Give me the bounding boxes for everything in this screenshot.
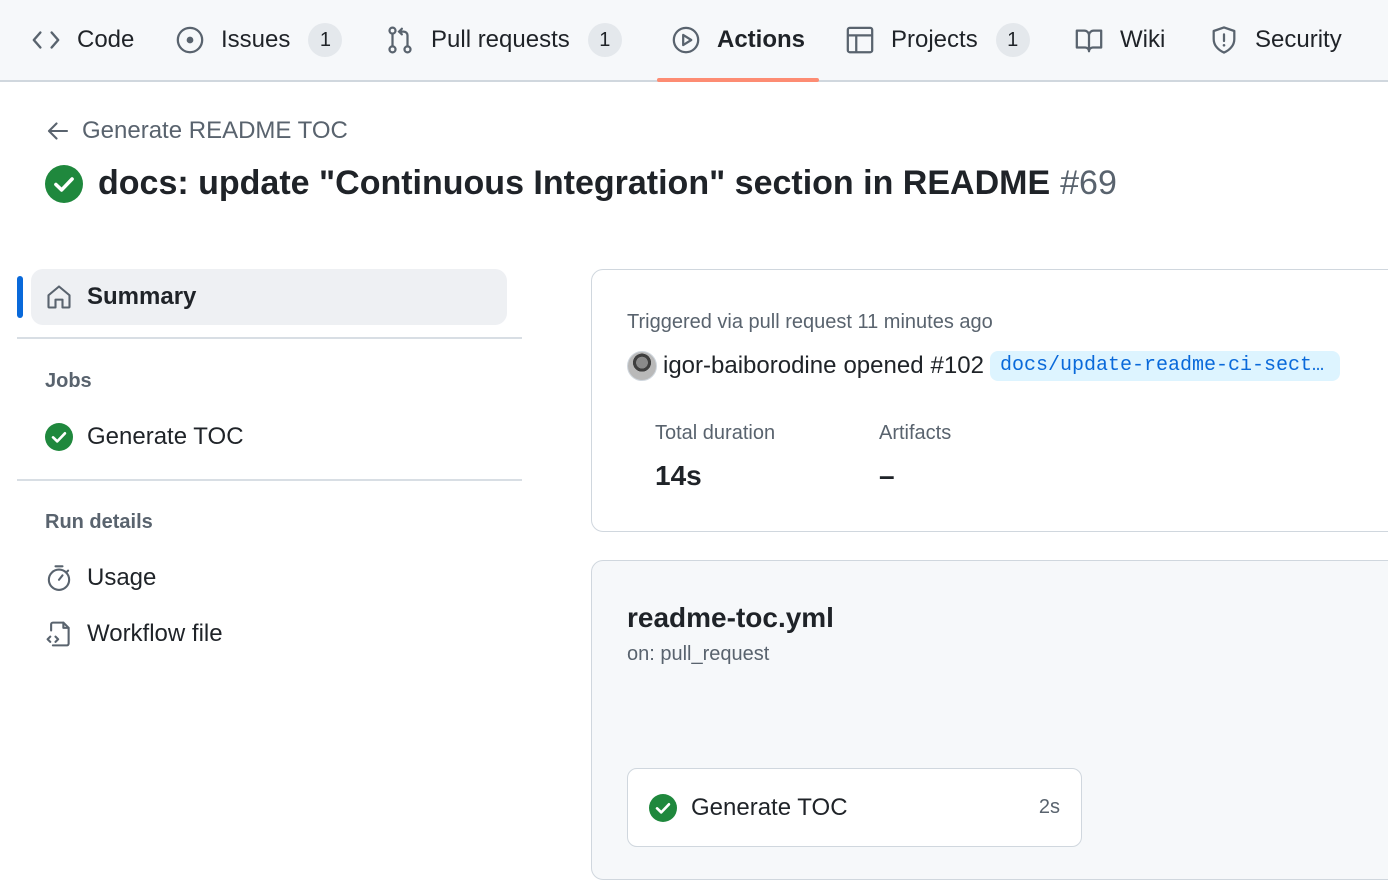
total-duration-value: 14s — [655, 460, 702, 491]
tab-pull-requests[interactable]: Pull requests 1 — [385, 0, 622, 80]
check-circle-fill-icon — [649, 793, 677, 822]
tab-actions[interactable]: Actions — [656, 0, 820, 82]
table-icon — [845, 25, 875, 55]
total-duration-label: Total duration — [655, 422, 776, 444]
home-icon — [47, 285, 71, 309]
jobs-heading: Jobs — [45, 370, 92, 392]
sidebar-item-job-generate-toc[interactable]: Generate TOC — [45, 417, 244, 457]
trigger-text: Triggered via pull request 11 minutes ag… — [627, 311, 993, 333]
tab-label: Projects — [891, 26, 978, 53]
avatar[interactable] — [627, 351, 657, 381]
issue-opened-icon — [175, 25, 205, 55]
tab-wiki[interactable]: Wiki — [1074, 0, 1165, 80]
tab-issues[interactable]: Issues 1 — [175, 0, 343, 80]
back-link-label: Generate README TOC — [82, 117, 348, 144]
run-summary-card: Triggered via pull request 11 minutes ag… — [591, 269, 1388, 532]
sidebar-divider — [17, 479, 522, 481]
active-indicator — [17, 276, 23, 318]
pull-request-link[interactable]: #102 — [931, 352, 984, 380]
artifacts-value: – — [879, 460, 895, 491]
sidebar-item-summary[interactable]: Summary — [31, 269, 507, 325]
artifacts-label: Artifacts — [879, 422, 952, 444]
git-pull-request-icon — [385, 25, 415, 55]
sidebar-item-label: Workflow file — [87, 620, 223, 647]
run-number: #69 — [1060, 164, 1117, 202]
job-name: Generate TOC — [691, 793, 848, 821]
repo-nav: Code Issues 1 Pull requests 1 Actions Pr… — [0, 0, 1388, 82]
actor-link[interactable]: igor-baiborodine — [663, 352, 836, 380]
tab-label: Issues — [221, 26, 291, 53]
workflow-file-name: readme-toc.yml — [627, 602, 834, 633]
check-circle-fill-icon — [45, 164, 83, 203]
tab-security[interactable]: Security — [1209, 0, 1342, 80]
sidebar-item-label: Summary — [87, 283, 197, 310]
run-title: docs: update "Continuous Integration" se… — [98, 164, 1051, 202]
sidebar-item-label: Usage — [87, 564, 157, 591]
tab-code[interactable]: Code — [31, 0, 134, 80]
file-code-icon — [45, 620, 73, 648]
tab-label: Wiki — [1120, 26, 1166, 53]
play-icon — [671, 25, 701, 55]
sidebar-item-label: Generate TOC — [87, 423, 244, 450]
sidebar-divider — [17, 337, 522, 339]
tab-label: Security — [1255, 26, 1342, 53]
book-icon — [1074, 25, 1104, 55]
pull-requests-counter: 1 — [587, 23, 622, 57]
job-duration: 2s — [1038, 796, 1060, 818]
sidebar-item-workflow-file[interactable]: Workflow file — [45, 614, 223, 654]
code-icon — [31, 25, 61, 55]
trigger-actor-line: igor-baiborodine opened #102 docs/update… — [627, 350, 1340, 382]
branch-name[interactable]: docs/update-readme-ci-section — [989, 351, 1340, 381]
arrow-left-icon — [46, 119, 70, 143]
action-text: opened — [843, 352, 924, 379]
tab-label: Code — [77, 26, 135, 53]
issues-counter: 1 — [308, 23, 343, 57]
projects-counter: 1 — [995, 23, 1030, 57]
stopwatch-icon — [45, 564, 73, 592]
run-details-heading: Run details — [45, 511, 153, 533]
back-to-workflow-link[interactable]: Generate README TOC — [46, 117, 348, 145]
shield-icon — [1209, 25, 1239, 55]
check-circle-fill-icon — [45, 423, 73, 451]
tab-projects[interactable]: Projects 1 — [845, 0, 1030, 80]
tab-label: Pull requests — [431, 26, 570, 53]
page-title: docs: update "Continuous Integration" se… — [45, 164, 1117, 203]
sidebar-item-usage[interactable]: Usage — [45, 558, 156, 598]
tab-label: Actions — [717, 26, 806, 53]
workflow-trigger: on: pull_request — [627, 643, 770, 665]
job-node-generate-toc[interactable]: Generate TOC 2s — [627, 768, 1082, 847]
workflow-graph: readme-toc.yml on: pull_request Generate… — [591, 560, 1388, 880]
